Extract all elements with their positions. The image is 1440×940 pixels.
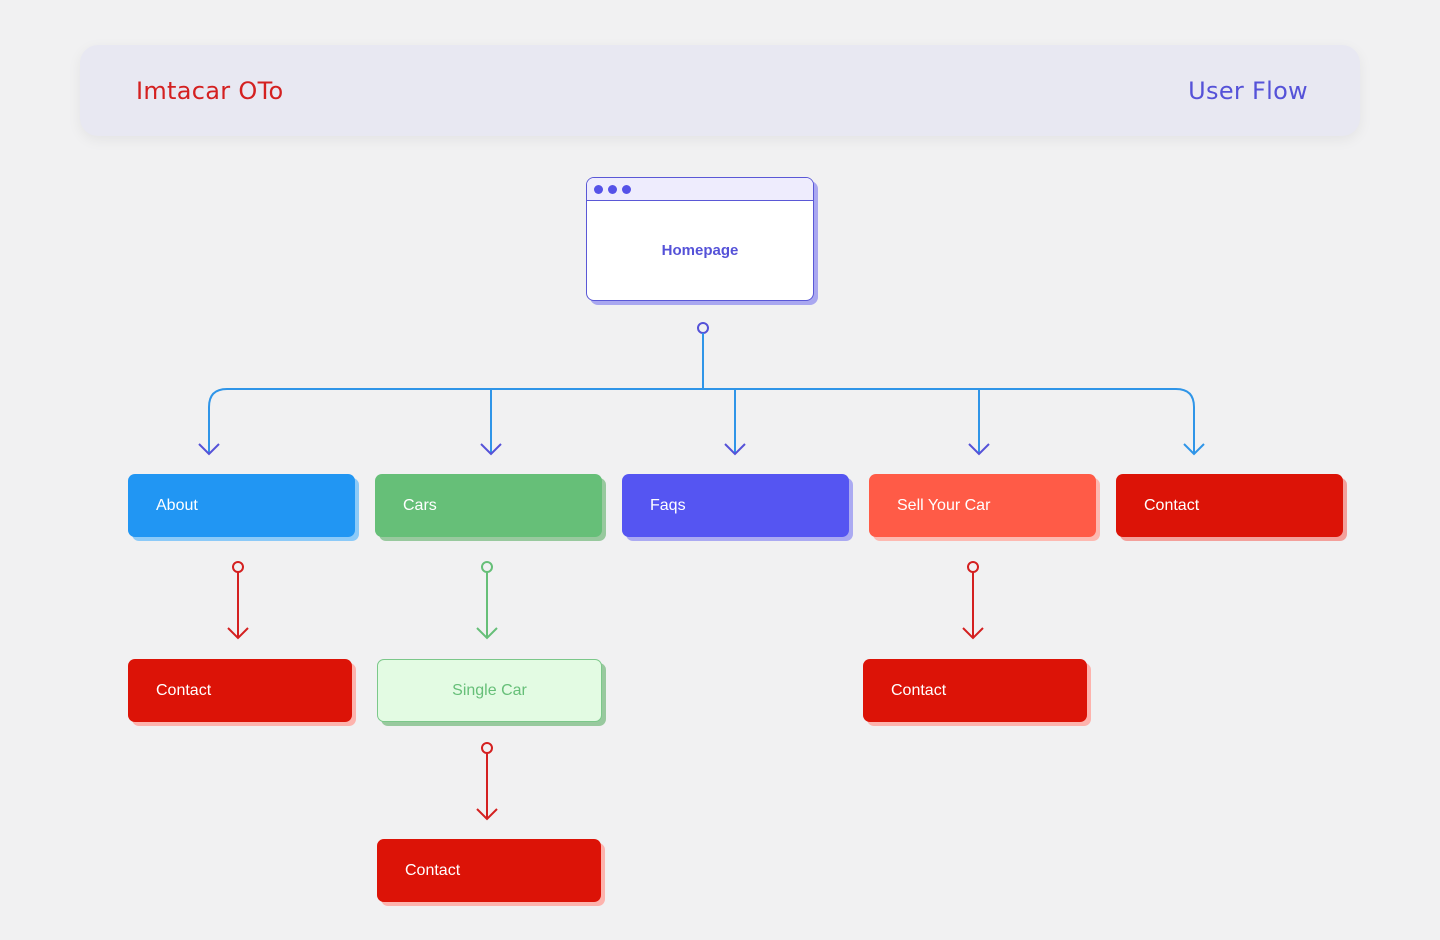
node-single-car[interactable]: Single Car (377, 659, 602, 722)
node-label: Cars (403, 496, 437, 514)
window-titlebar (587, 178, 813, 201)
node-about-contact[interactable]: Contact (128, 659, 352, 722)
node-label: Contact (156, 681, 212, 699)
node-about[interactable]: About (128, 474, 355, 537)
node-label: Single Car (452, 681, 527, 699)
connector-origin (967, 561, 979, 573)
connector-about-contact (227, 561, 249, 640)
node-label: Contact (405, 861, 461, 879)
connector-sell-contact (962, 561, 984, 640)
node-label: Contact (1144, 496, 1200, 514)
branch-bus (208, 388, 1195, 454)
connectors (198, 322, 1205, 821)
root-connector (198, 322, 1205, 456)
window-dot-icon (594, 184, 603, 194)
node-cars[interactable]: Cars (375, 474, 602, 537)
node-label: Faqs (650, 496, 686, 514)
node-label: Sell Your Car (897, 496, 991, 514)
connector-cars-single-car (476, 561, 498, 640)
node-faqs[interactable]: Faqs (622, 474, 849, 537)
node-sell-contact[interactable]: Contact (863, 659, 1087, 722)
node-label: Contact (891, 681, 947, 699)
node-sell-your-car[interactable]: Sell Your Car (869, 474, 1096, 537)
window-dot-icon (622, 184, 631, 194)
connector-origin (481, 561, 493, 573)
homepage-label: Homepage (661, 242, 739, 259)
connector-single-car-contact (476, 742, 498, 821)
connector-origin (232, 561, 244, 573)
window-dot-icon (608, 184, 617, 194)
node-single-car-contact[interactable]: Contact (377, 839, 601, 902)
connector-origin (481, 742, 493, 754)
homepage-node[interactable]: Homepage (586, 177, 814, 301)
root-connector-origin (697, 322, 709, 334)
node-contact[interactable]: Contact (1116, 474, 1343, 537)
node-label: About (156, 496, 198, 514)
